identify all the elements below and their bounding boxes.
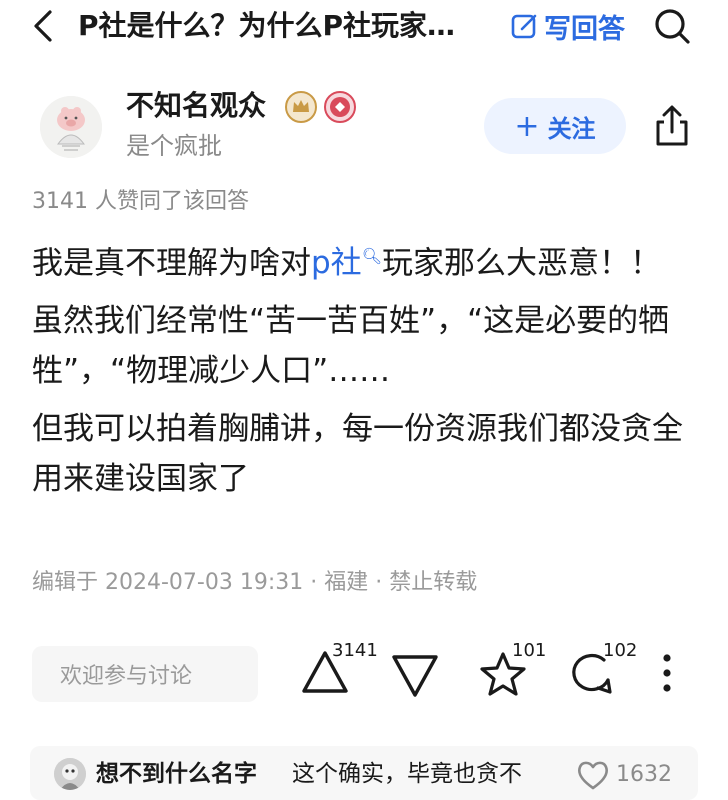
write-answer-label: 写回答 — [544, 13, 625, 45]
search-icon[interactable] — [652, 6, 692, 46]
paragraph-2: 虽然我们经常性“苦一苦百姓”，“这是必要的牺牲”，“物理减少人口”…… — [32, 303, 670, 390]
back-icon[interactable] — [26, 8, 62, 44]
comment-input[interactable]: 欢迎参与讨论 — [32, 646, 258, 702]
comment-count: 102 — [603, 640, 638, 661]
top-bar: P社是什么？为什么P社玩家… 写回答 — [0, 0, 728, 52]
follow-label: 关注 — [547, 114, 596, 143]
upvote-count: 3141 — [332, 640, 378, 661]
paragraph-1: 我是真不理解为啥对p社🔍︎玩家那么大恶意！！ — [32, 245, 661, 282]
heart-icon[interactable] — [576, 758, 610, 792]
question-title[interactable]: P社是什么？为什么P社玩家… — [78, 9, 478, 43]
commenter-name[interactable]: 想不到什么名字 — [96, 760, 257, 788]
share-icon[interactable] — [650, 104, 694, 148]
downvote-icon[interactable] — [390, 652, 440, 700]
vip-badge-icon — [324, 91, 356, 123]
edit-meta: 编辑于 2024-07-03 19:31 · 福建 · 禁止转载 — [32, 570, 478, 595]
plus-icon: + — [514, 108, 540, 144]
answer-content: 我是真不理解为啥对p社🔍︎玩家那么大恶意！！ 虽然我们经常性“苦一苦百姓”，“这… — [32, 232, 698, 512]
author-avatar[interactable] — [40, 96, 102, 158]
comment-preview[interactable]: 想不到什么名字 这个确实，毕竟也贪不 1632 — [30, 746, 698, 800]
write-answer-button[interactable]: 写回答 — [510, 9, 625, 45]
approval-count-text: 3141 人赞同了该回答 — [32, 189, 249, 214]
search-term-icon: 🔍︎ — [361, 247, 382, 266]
paragraph-3: 但我可以拍着胸脯讲，每一份资源我们都没贪全用来建设国家了 — [32, 411, 683, 498]
author-name[interactable]: 不知名观众 — [126, 88, 266, 124]
follow-button[interactable]: + 关注 — [484, 98, 626, 154]
author-bio: 是个疯批 — [126, 132, 222, 160]
commenter-avatar[interactable] — [54, 758, 86, 790]
term-link[interactable]: p社🔍︎ — [311, 245, 382, 281]
comment-text: 这个确实，毕竟也贪不 — [292, 761, 522, 787]
crown-badge-icon — [285, 91, 317, 123]
more-icon[interactable] — [660, 652, 674, 694]
edit-icon — [511, 14, 537, 39]
favorite-count: 101 — [512, 640, 547, 661]
comment-like-count: 1632 — [616, 762, 672, 787]
